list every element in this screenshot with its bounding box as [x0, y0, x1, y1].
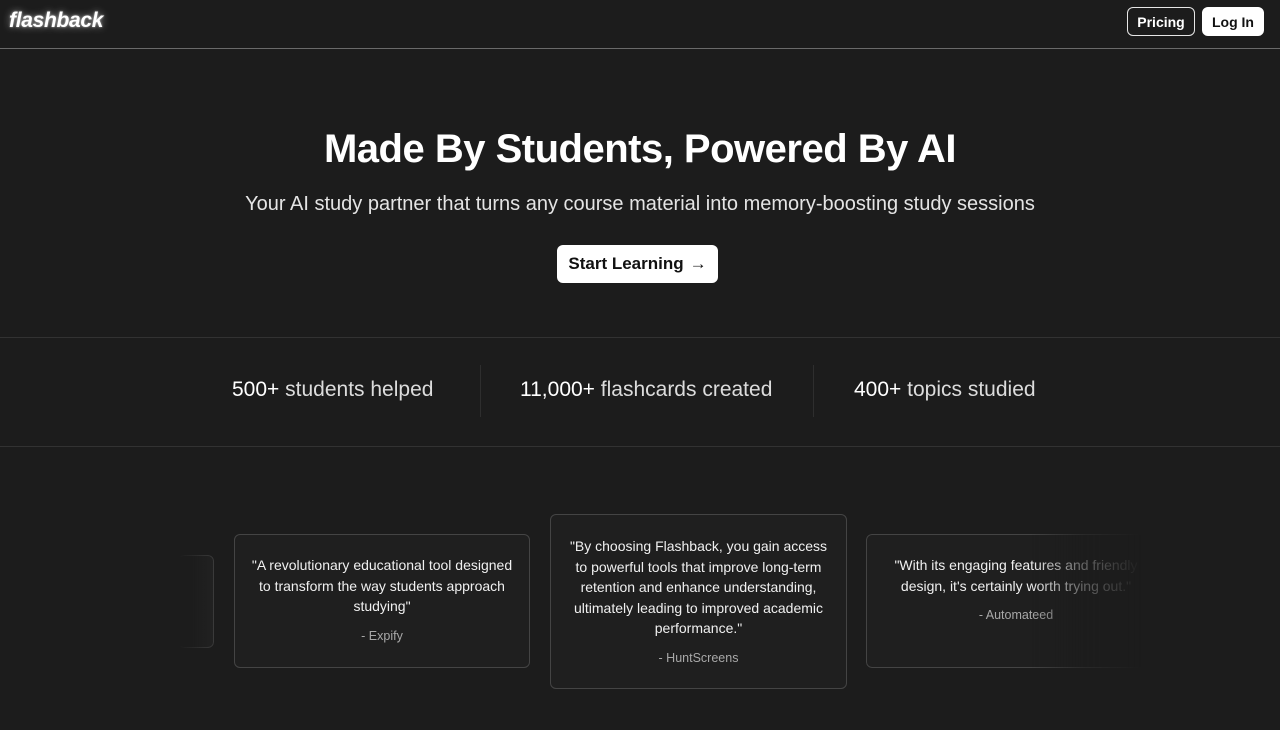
testimonial-quote: "With its engaging features and friendly… — [894, 557, 1138, 594]
section-divider — [0, 446, 1280, 447]
hero-title: Made By Students, Powered By AI — [323, 127, 957, 171]
stat-value: 11,000+ — [520, 378, 595, 401]
start-learning-label: Start Learning — [568, 254, 684, 273]
stat-value: 400+ — [854, 378, 902, 401]
section-divider — [0, 337, 1280, 338]
testimonial-card: "By choosing Flashback, you gain access … — [550, 514, 847, 689]
login-button[interactable]: Log In — [1202, 7, 1264, 36]
stat-students-helped: 500+ students helped — [232, 378, 433, 402]
stat-topics-studied: 400+ topics studied — [854, 378, 1036, 402]
testimonial-author: - Automateed — [978, 608, 1054, 622]
stat-label: students helped — [285, 378, 434, 401]
testimonial-quote: "A revolutionary educational tool design… — [251, 557, 513, 614]
testimonial-card: "With its engaging features and friendly… — [866, 534, 1166, 668]
testimonial-author: - Expify — [361, 628, 403, 643]
arrow-right-icon: → — [689, 254, 707, 273]
logo[interactable]: flashback — [9, 9, 103, 33]
pricing-button[interactable]: Pricing — [1127, 7, 1195, 36]
stat-separator — [813, 365, 814, 417]
stat-flashcards-created: 11,000+ flashcards created — [520, 378, 772, 402]
top-nav: flashback Pricing Log In — [0, 0, 1280, 49]
testimonial-author: - HuntScreens — [658, 650, 739, 665]
stat-value: 500+ — [232, 378, 280, 401]
testimonial-card-offscreen — [178, 555, 214, 648]
stat-label: flashcards created — [600, 378, 773, 401]
start-learning-button[interactable]: Start Learning → — [557, 245, 718, 283]
hero-subtitle: Your AI study partner that turns any cou… — [245, 193, 1035, 215]
testimonial-card: "A revolutionary educational tool design… — [234, 534, 530, 668]
stat-separator — [480, 365, 481, 417]
testimonial-quote: "By choosing Flashback, you gain access … — [569, 538, 828, 636]
stat-label: topics studied — [907, 378, 1036, 401]
